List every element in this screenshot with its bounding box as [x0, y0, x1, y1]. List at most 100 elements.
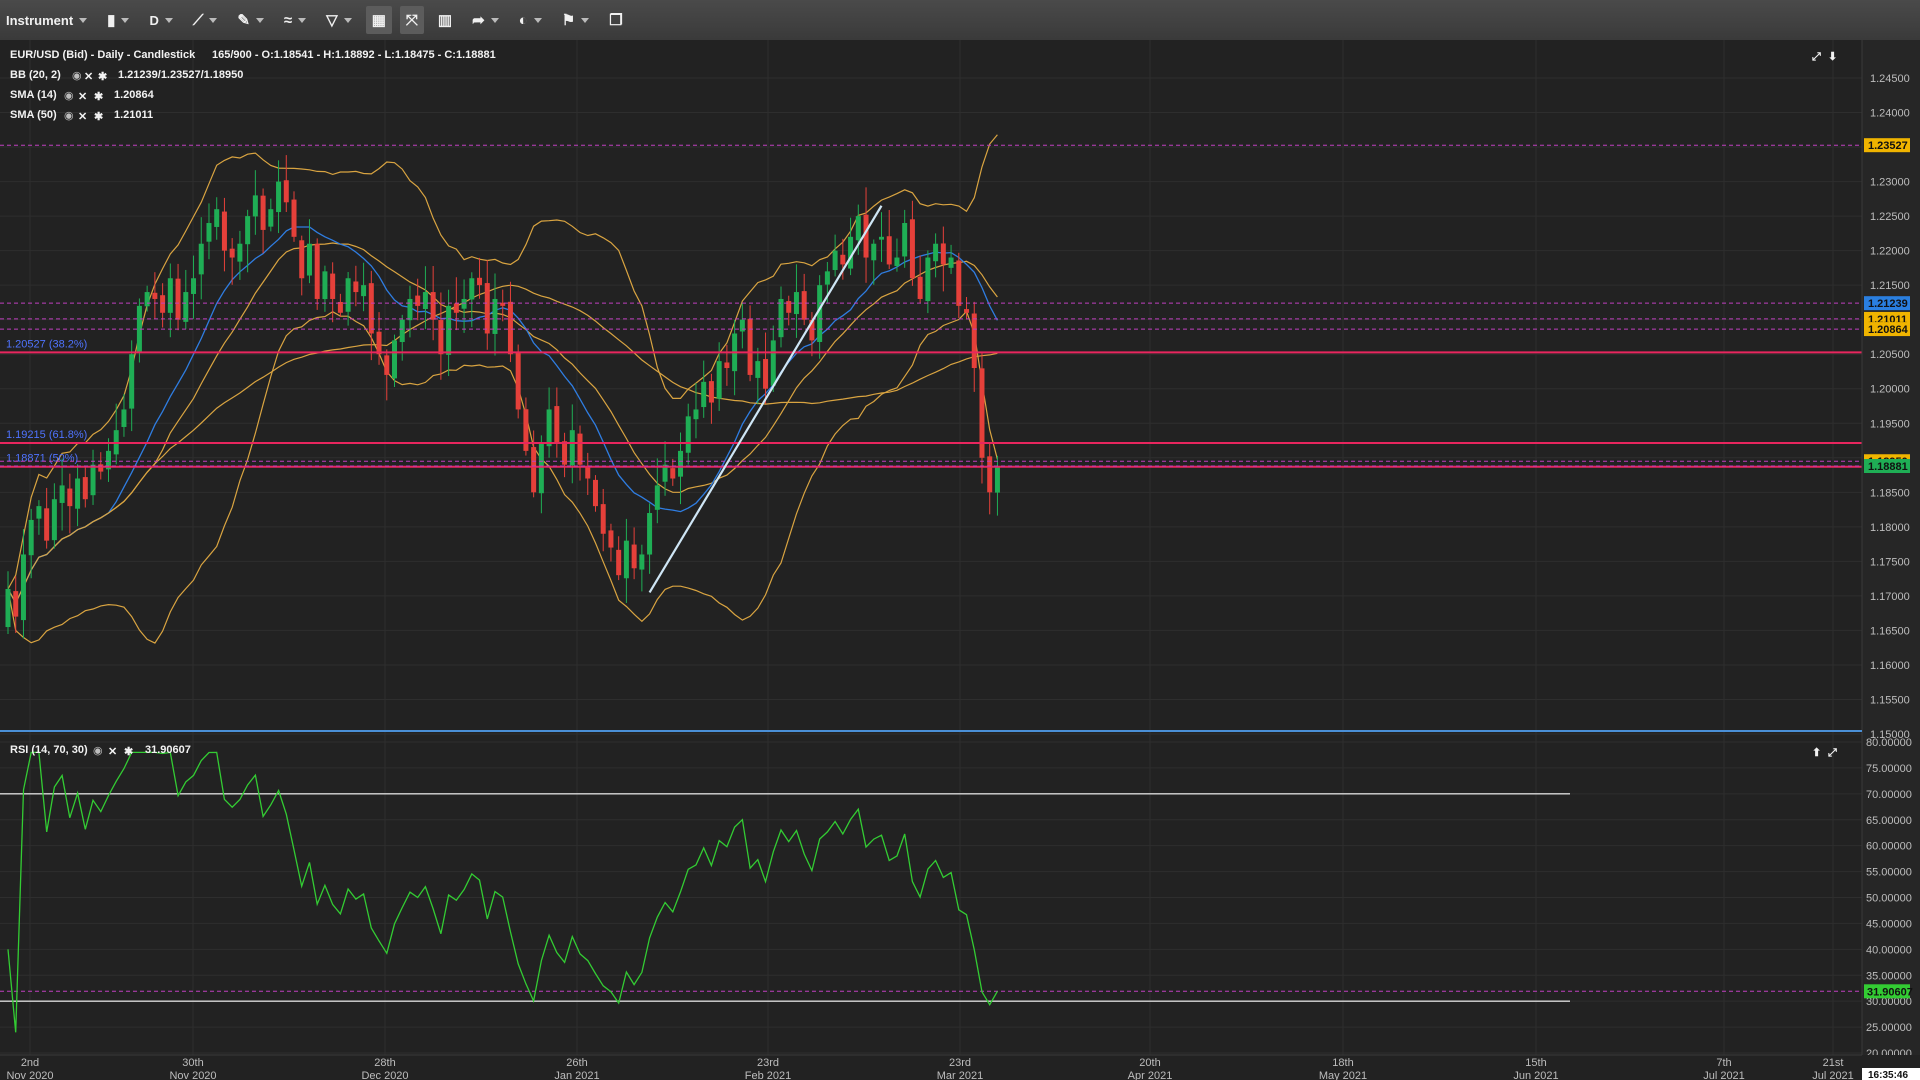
candle-body	[801, 291, 807, 320]
candle-body	[276, 181, 282, 213]
chevron-down-icon	[255, 17, 264, 23]
candle-body	[469, 278, 475, 300]
fullscreen-button[interactable]: ⤧	[399, 6, 424, 34]
candle-body	[925, 257, 931, 302]
rsi-controls[interactable]: ◉ ✕ ✱	[93, 745, 133, 758]
theme-menu[interactable]: ◐	[513, 6, 548, 34]
eye-icon[interactable]: ◉	[72, 70, 82, 82]
candle-body	[59, 485, 65, 503]
price-tick-label: 1.24500	[1870, 73, 1910, 85]
gear-icon[interactable]: ✱	[98, 71, 107, 83]
candle-body	[755, 361, 761, 378]
candle-body	[477, 277, 483, 286]
chart-type-menu[interactable]: ▮	[101, 6, 135, 34]
shape-menu[interactable]: ▽	[320, 6, 358, 34]
maximize-icon[interactable]: ⤢	[1827, 747, 1837, 759]
panel-divider[interactable]	[0, 730, 1862, 732]
candle-body	[314, 243, 320, 299]
fib-label: 1.20527 (38.2%)	[6, 338, 87, 350]
bb-controls[interactable]: ◉ ✕ ✱	[72, 70, 107, 83]
price-tick-label: 1.16500	[1870, 625, 1910, 637]
candle-body	[453, 303, 459, 313]
candle-body	[183, 292, 189, 322]
rsi-tick-label: 55.00000	[1866, 867, 1912, 879]
pencil-tool-menu[interactable]: ✎	[231, 6, 270, 34]
candle-body	[616, 549, 622, 576]
close-icon[interactable]: ✕	[78, 111, 87, 123]
bar-chart-button[interactable]: ▥	[432, 6, 458, 34]
candle-body	[994, 466, 1000, 493]
bb-values: 1.21239/1.23527/1.18950	[118, 69, 243, 81]
close-icon[interactable]: ✕	[108, 746, 117, 758]
candle-body	[82, 477, 88, 500]
candle-body	[933, 243, 939, 262]
price-badge: 1.18881	[1864, 459, 1910, 474]
gear-icon[interactable]: ✱	[124, 746, 133, 758]
theme-icon: ◐	[518, 11, 528, 29]
candle-body	[229, 248, 235, 258]
candle-body	[44, 508, 50, 541]
chart-canvas[interactable]: 1.20527 (38.2%) 1.18871 (50%) 1.19215 (61.…	[0, 40, 1920, 1080]
sma50-controls[interactable]: ◉ ✕ ✱	[64, 110, 103, 123]
instrument-menu[interactable]: Instrument	[0, 6, 93, 34]
instrument-label: Instrument	[6, 12, 74, 28]
date-tick-month: Jun 2021	[1513, 1070, 1558, 1080]
candle-body	[600, 504, 606, 534]
chevron-down-icon	[343, 17, 352, 23]
rsi-tick-label: 70.00000	[1866, 789, 1912, 801]
close-icon[interactable]: ✕	[84, 71, 93, 83]
date-tick-day: 23rd	[757, 1057, 779, 1069]
price-badge: 1.23527	[1864, 138, 1910, 153]
candle-body	[623, 540, 629, 579]
share-menu[interactable]: ➦	[466, 6, 505, 34]
candle-body	[763, 359, 769, 389]
candle-body	[291, 199, 297, 237]
candle-body	[36, 506, 42, 519]
gear-icon[interactable]: ✱	[94, 91, 103, 103]
language-menu[interactable]: ⚑	[556, 6, 595, 34]
sma14-controls[interactable]: ◉ ✕ ✱	[64, 90, 103, 103]
layout-button[interactable]: ▦	[365, 6, 392, 34]
price-badge: 1.20864	[1864, 322, 1910, 337]
instrument-title: EUR/USD (Bid) - Daily - Candlestick	[10, 49, 196, 61]
chevron-down-icon	[490, 17, 499, 23]
candle-body	[353, 281, 359, 293]
candle-body	[415, 295, 421, 306]
candle-body	[647, 513, 653, 555]
move-down-icon[interactable]: ⬇	[1828, 51, 1837, 63]
date-tick-month: Apr 2021	[1128, 1070, 1173, 1080]
date-tick-month: Nov 2020	[6, 1070, 53, 1080]
candle-body	[678, 450, 684, 477]
line-tool-menu[interactable]: ⟋	[187, 6, 224, 34]
sma50-label: SMA (50)	[10, 109, 57, 121]
candle-body	[121, 409, 127, 427]
date-tick-month: Jul 2021	[1812, 1070, 1854, 1080]
detach-window-icon: ❐	[609, 12, 623, 29]
candle-body	[237, 243, 243, 262]
candle-body	[577, 433, 583, 465]
candle-body	[191, 278, 197, 294]
indicator-menu[interactable]: ≈	[278, 6, 312, 34]
candle-body	[948, 257, 954, 268]
candle-body	[747, 318, 753, 375]
eye-icon[interactable]: ◉	[64, 90, 74, 102]
rsi-tick-label: 45.00000	[1866, 918, 1912, 930]
candle-body	[461, 298, 467, 309]
candle-body	[252, 195, 258, 217]
eye-icon[interactable]: ◉	[64, 110, 74, 122]
candle-body	[871, 243, 877, 261]
candle-body	[98, 464, 104, 472]
candle-body	[198, 243, 204, 275]
timeframe-menu[interactable]: D	[143, 6, 178, 34]
candle-body	[971, 313, 977, 369]
line-draw-icon: ⟋	[192, 11, 204, 29]
move-up-icon[interactable]: ⬆	[1812, 747, 1821, 759]
price-tick-label: 1.21500	[1870, 280, 1910, 292]
chevron-down-icon	[79, 17, 88, 23]
eye-icon[interactable]: ◉	[93, 745, 103, 757]
date-tick-day: 21st	[1823, 1057, 1844, 1069]
close-icon[interactable]: ✕	[78, 91, 87, 103]
gear-icon[interactable]: ✱	[94, 111, 103, 123]
detach-window-button[interactable]: ❐	[603, 6, 628, 34]
maximize-icon[interactable]: ⤢	[1811, 51, 1821, 63]
